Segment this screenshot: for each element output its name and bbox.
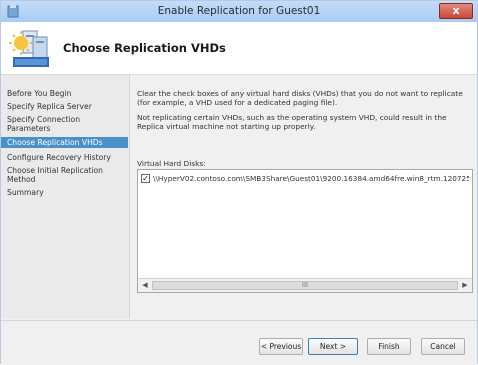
nav-item-before-you-begin[interactable]: Before You Begin xyxy=(1,89,128,98)
wizard-window: Enable Replication for Guest01 x Choose … xyxy=(0,0,478,365)
nav-item-summary[interactable]: Summary xyxy=(1,188,128,197)
vhd-list[interactable]: ✓ \\HyperV02.contoso.com\SMB3Share\Guest… xyxy=(137,169,473,293)
page-header: Choose Replication VHDs xyxy=(1,22,477,75)
wizard-nav: Before You Begin Specify Replica Server … xyxy=(1,75,130,319)
scroll-right-arrow-icon[interactable]: ▶ xyxy=(459,280,471,291)
scroll-left-arrow-icon[interactable]: ◀ xyxy=(139,280,151,291)
finish-button[interactable]: Finish xyxy=(367,338,411,355)
content-area: Clear the check boxes of any virtual har… xyxy=(137,75,475,319)
vhd-path: \\HyperV02.contoso.com\SMB3Share\Guest01… xyxy=(153,174,469,183)
vhd-checkbox[interactable]: ✓ xyxy=(141,174,150,183)
next-button[interactable]: Next > xyxy=(308,338,358,355)
previous-button[interactable]: < Previous xyxy=(259,338,303,355)
replication-icon xyxy=(9,30,49,67)
nav-item-specify-connection-parameters[interactable]: Specify Connection Parameters xyxy=(1,115,111,133)
warning-text: Not replicating certain VHDs, such as th… xyxy=(137,113,447,131)
nav-item-choose-replication-vhds[interactable]: Choose Replication VHDs xyxy=(1,137,128,148)
nav-item-configure-recovery-history[interactable]: Configure Recovery History xyxy=(1,153,128,162)
vhd-list-label: Virtual Hard Disks: xyxy=(137,159,206,168)
button-bar: < Previous Next > Finish Cancel xyxy=(1,320,477,365)
close-button[interactable]: x xyxy=(439,3,473,19)
nav-item-choose-initial-replication-method[interactable]: Choose Initial Replication Method xyxy=(1,166,111,184)
scroll-grip: III xyxy=(301,281,309,289)
intro-text: Clear the check boxes of any virtual har… xyxy=(137,89,463,107)
horizontal-scrollbar[interactable]: ◀ III ▶ xyxy=(138,278,472,292)
scroll-thumb[interactable]: III xyxy=(152,281,458,290)
window-title: Enable Replication for Guest01 xyxy=(157,5,321,17)
cancel-button[interactable]: Cancel xyxy=(421,338,465,355)
title-bar[interactable]: Enable Replication for Guest01 x xyxy=(1,1,477,22)
vhd-list-item[interactable]: ✓ \\HyperV02.contoso.com\SMB3Share\Guest… xyxy=(141,174,469,185)
page-title: Choose Replication VHDs xyxy=(63,41,226,55)
nav-item-specify-replica-server[interactable]: Specify Replica Server xyxy=(1,102,128,111)
